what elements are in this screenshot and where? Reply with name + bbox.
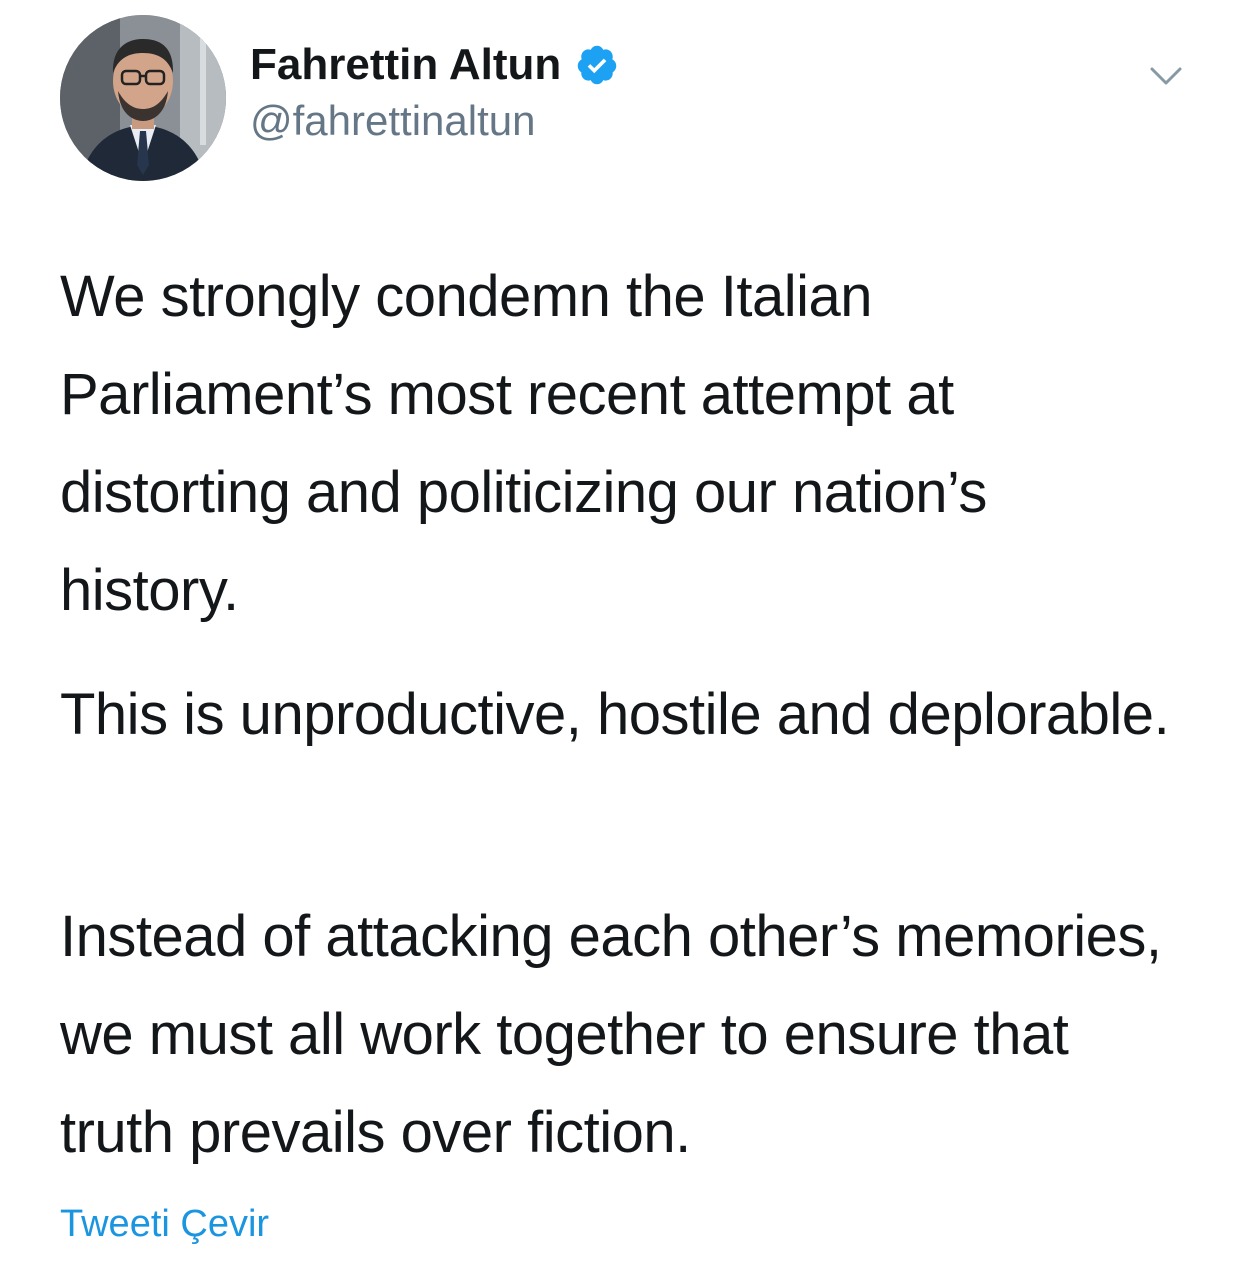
author-block[interactable]: Fahrettin Altun @fahrettinaltun <box>250 37 619 145</box>
avatar-photo-icon <box>60 15 226 181</box>
tweet: Fahrettin Altun @fahrettinaltun We stron… <box>0 0 1242 1281</box>
chevron-down-icon[interactable] <box>1146 61 1186 91</box>
verified-badge-icon <box>575 43 619 87</box>
name-row: Fahrettin Altun <box>250 37 619 93</box>
handle[interactable]: @fahrettinaltun <box>250 97 619 145</box>
tweet-paragraph: We strongly condemn the Italian Parliame… <box>60 264 987 623</box>
display-name[interactable]: Fahrettin Altun <box>250 40 561 90</box>
tweet-text: We strongly condemn the Italian Parliame… <box>60 248 1180 1182</box>
tweet-paragraph: Instead of attacking each other’s memori… <box>60 904 1162 1165</box>
tweet-header: Fahrettin Altun @fahrettinaltun <box>60 15 1200 185</box>
translate-tweet-link[interactable]: Tweeti Çevir <box>60 1203 269 1246</box>
avatar[interactable] <box>60 15 226 181</box>
tweet-paragraph: This is unproductive, hostile and deplor… <box>60 682 1170 747</box>
